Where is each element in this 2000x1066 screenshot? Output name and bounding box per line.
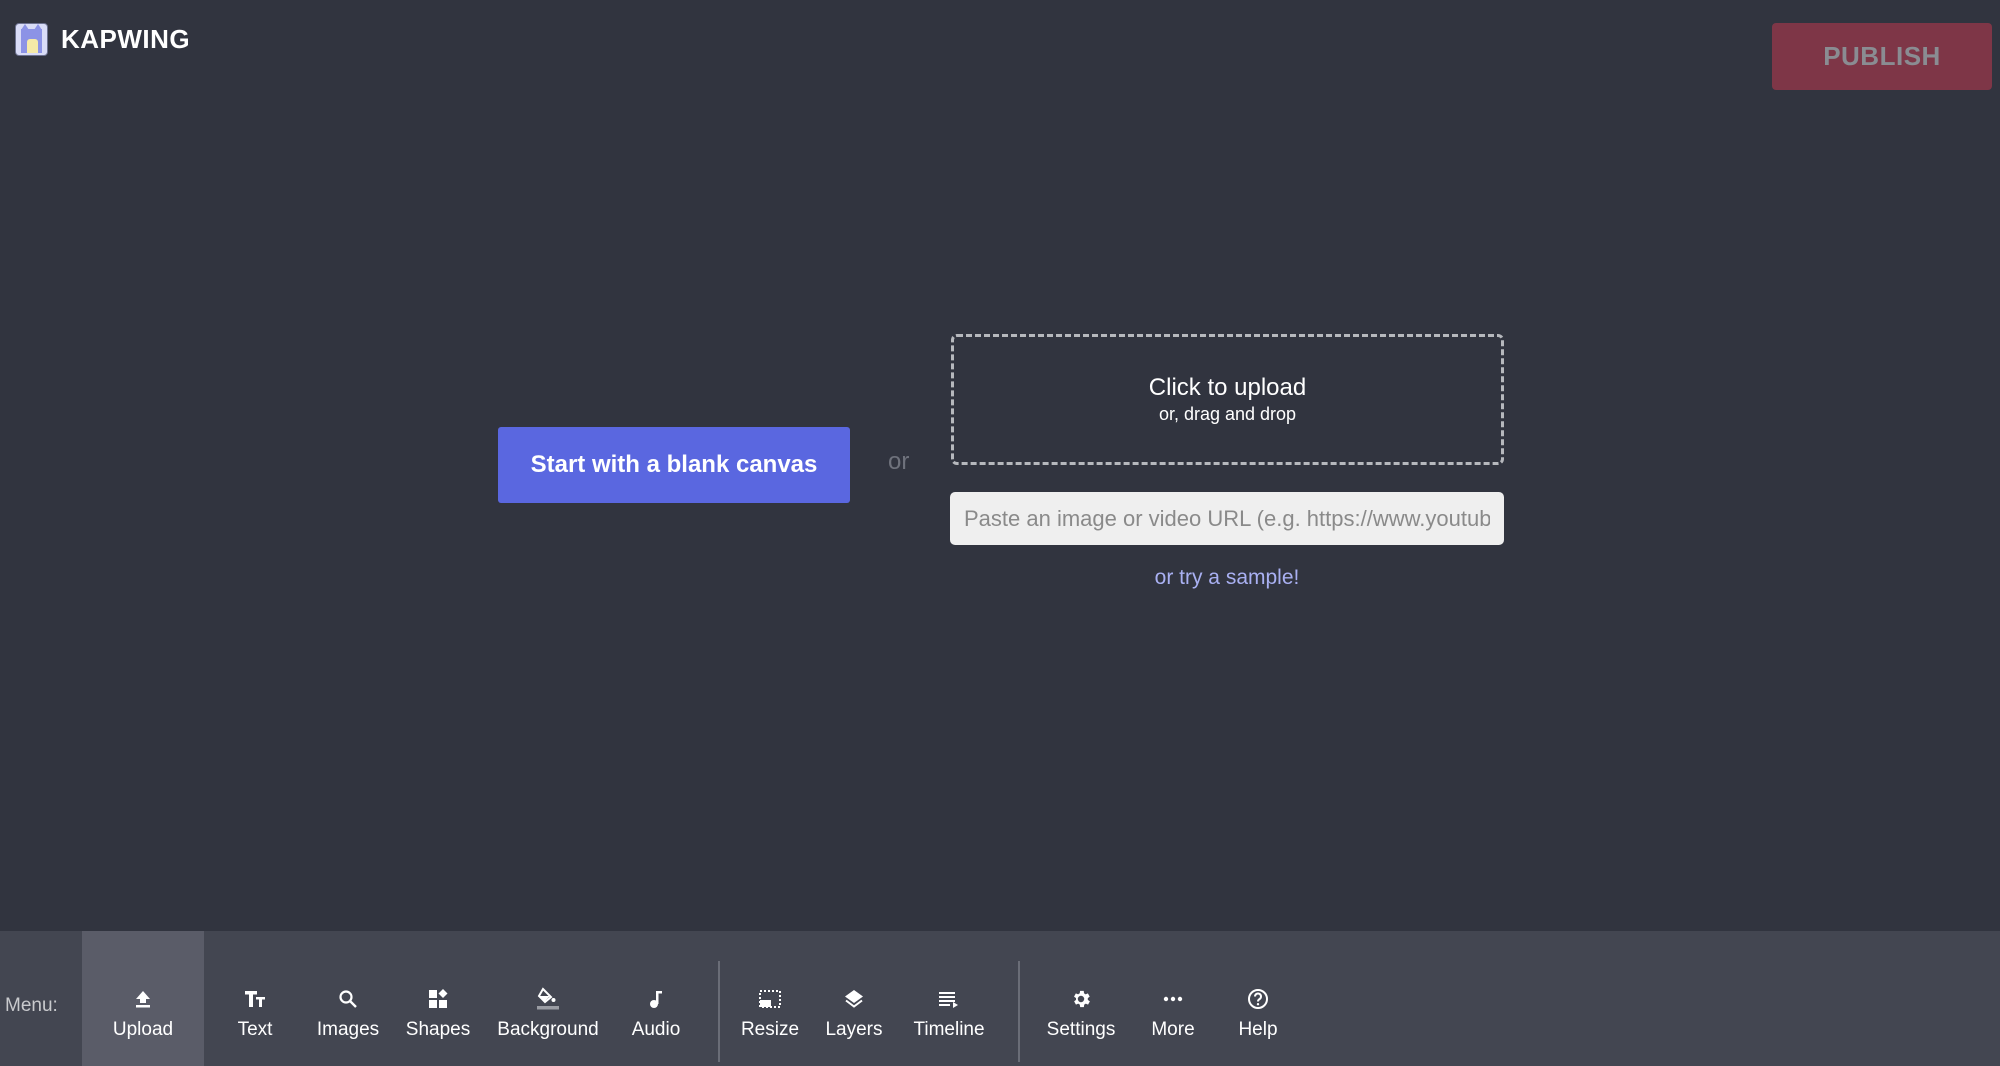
tool-label: Resize — [740, 1018, 800, 1040]
logo[interactable]: KAPWING — [15, 23, 190, 56]
tool-shapes[interactable]: Shapes — [390, 931, 486, 1066]
or-divider-text: or — [888, 448, 910, 475]
kapwing-editor: KAPWING PUBLISH Start with a blank canva… — [0, 0, 2000, 1066]
tool-upload[interactable]: Upload — [82, 931, 204, 1066]
tool-label: Layers — [825, 1018, 883, 1040]
publish-button[interactable]: PUBLISH — [1772, 23, 1992, 90]
toolbar-divider — [718, 961, 720, 1062]
text-size-icon — [243, 987, 267, 1011]
tool-timeline[interactable]: Timeline — [896, 931, 1002, 1066]
tool-settings[interactable]: Settings — [1036, 931, 1126, 1066]
tool-label: Timeline — [913, 1018, 985, 1040]
tool-background[interactable]: Background — [486, 931, 610, 1066]
tool-label: Images — [316, 1018, 380, 1040]
tool-images[interactable]: Images — [306, 931, 390, 1066]
shapes-icon — [426, 987, 450, 1011]
blank-canvas-button[interactable]: Start with a blank canvas — [498, 427, 850, 503]
tool-label: Settings — [1046, 1018, 1116, 1040]
upload-dropzone[interactable]: Click to upload or, drag and drop — [951, 334, 1504, 465]
tool-help[interactable]: Help — [1220, 931, 1296, 1066]
help-circle-icon — [1246, 987, 1270, 1011]
tool-label: Text — [237, 1018, 273, 1040]
tool-label: More — [1151, 1018, 1195, 1040]
dropzone-subtitle: or, drag and drop — [1158, 404, 1297, 424]
layers-icon — [842, 987, 866, 1011]
tool-resize[interactable]: Resize — [728, 931, 812, 1066]
tool-more[interactable]: More — [1126, 931, 1220, 1066]
music-note-icon — [644, 987, 668, 1011]
bottom-toolbar: Menu: Upload Text Images Shapes Backgrou… — [0, 931, 2000, 1066]
tool-label: Audio — [631, 1018, 681, 1040]
dropzone-title: Click to upload — [1148, 374, 1307, 401]
tool-audio[interactable]: Audio — [610, 931, 702, 1066]
paint-bucket-icon — [536, 986, 560, 1011]
gear-icon — [1069, 987, 1093, 1011]
upload-icon — [131, 987, 155, 1011]
search-icon — [336, 987, 360, 1011]
toolbar-divider — [1018, 961, 1020, 1062]
more-dots-icon — [1161, 987, 1185, 1011]
tool-layers[interactable]: Layers — [812, 931, 896, 1066]
tool-label: Help — [1238, 1018, 1278, 1040]
timeline-icon — [937, 987, 961, 1011]
menu-label: Menu: — [5, 994, 58, 1016]
tool-label: Shapes — [405, 1018, 471, 1040]
url-input[interactable] — [950, 492, 1504, 545]
brand-name: KAPWING — [61, 24, 191, 54]
tool-text[interactable]: Text — [204, 931, 306, 1066]
tool-label: Background — [497, 1018, 599, 1040]
kapwing-cat-logo-icon — [15, 23, 48, 56]
try-sample-link[interactable]: or try a sample! — [950, 566, 1504, 590]
tool-label: Upload — [112, 1018, 174, 1040]
resize-icon — [758, 987, 782, 1011]
